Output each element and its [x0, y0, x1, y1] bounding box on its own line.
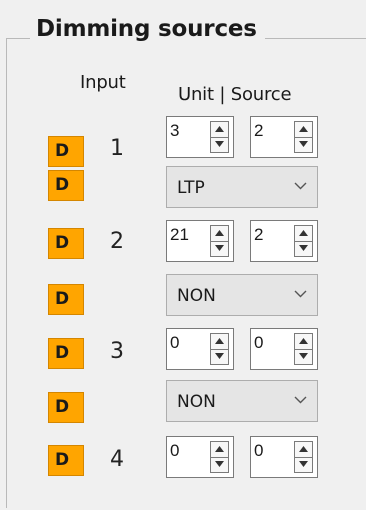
source-type-dropdown-3[interactable]: NON	[166, 380, 318, 422]
d-button-dropdown-2[interactable]: D	[48, 284, 84, 315]
unit-spinner-4[interactable]: 0	[166, 436, 234, 478]
triangle-up-icon[interactable]	[211, 122, 228, 138]
dropdown-value-3: NON	[177, 392, 216, 412]
d-button-dropdown-3[interactable]: D	[48, 392, 84, 423]
triangle-up-icon[interactable]	[295, 334, 312, 350]
source-value-3[interactable]: 0	[254, 333, 263, 353]
spinner-buttons	[294, 441, 313, 473]
triangle-up-icon[interactable]	[211, 442, 228, 458]
unit-value-2[interactable]: 21	[170, 225, 189, 245]
source-spinner-4[interactable]: 0	[250, 436, 318, 478]
unit-spinner-2[interactable]: 21	[166, 220, 234, 262]
dropdown-value-2: NON	[177, 286, 216, 306]
unit-spinner-3[interactable]: 0	[166, 328, 234, 370]
spinner-buttons	[210, 333, 229, 365]
input-number-2: 2	[110, 229, 124, 254]
spinner-buttons	[294, 333, 313, 365]
d-button-input-3[interactable]: D	[48, 338, 84, 369]
triangle-down-icon[interactable]	[211, 349, 228, 364]
input-number-3: 3	[110, 339, 124, 364]
triangle-up-icon[interactable]	[211, 226, 228, 242]
source-type-dropdown-2[interactable]: NON	[166, 274, 318, 316]
source-value-2[interactable]: 2	[254, 225, 263, 245]
spinner-buttons	[210, 441, 229, 473]
triangle-down-icon[interactable]	[211, 137, 228, 152]
spinner-buttons	[294, 121, 313, 153]
unit-value-3[interactable]: 0	[170, 333, 179, 353]
spinner-buttons	[294, 225, 313, 257]
triangle-up-icon[interactable]	[295, 122, 312, 138]
triangle-down-icon[interactable]	[295, 241, 312, 256]
source-spinner-3[interactable]: 0	[250, 328, 318, 370]
unit-source-column-header: Unit | Source	[178, 84, 292, 105]
triangle-down-icon[interactable]	[211, 457, 228, 472]
group-title: Dimming sources	[30, 14, 265, 44]
source-spinner-2[interactable]: 2	[250, 220, 318, 262]
triangle-up-icon[interactable]	[295, 442, 312, 458]
unit-value-1[interactable]: 3	[170, 121, 179, 141]
triangle-up-icon[interactable]	[295, 226, 312, 242]
spinner-buttons	[210, 225, 229, 257]
d-button-input-1[interactable]: D	[48, 136, 84, 167]
triangle-down-icon[interactable]	[295, 137, 312, 152]
unit-value-4[interactable]: 0	[170, 441, 179, 461]
chevron-down-icon	[294, 396, 307, 404]
input-number-1: 1	[110, 136, 124, 161]
unit-spinner-1[interactable]: 3	[166, 116, 234, 158]
triangle-up-icon[interactable]	[211, 334, 228, 350]
dimming-sources-panel: Dimming sources Input Unit | Source D 1 …	[0, 0, 366, 510]
triangle-down-icon[interactable]	[295, 349, 312, 364]
triangle-down-icon[interactable]	[295, 457, 312, 472]
d-button-dropdown-1[interactable]: D	[48, 170, 84, 201]
chevron-down-icon	[294, 290, 307, 298]
chevron-down-icon	[294, 182, 307, 190]
source-value-4[interactable]: 0	[254, 441, 263, 461]
d-button-input-2[interactable]: D	[48, 228, 84, 259]
source-type-dropdown-1[interactable]: LTP	[166, 166, 318, 208]
source-value-1[interactable]: 2	[254, 121, 263, 141]
spinner-buttons	[210, 121, 229, 153]
triangle-down-icon[interactable]	[211, 241, 228, 256]
d-button-input-4[interactable]: D	[48, 445, 84, 476]
input-number-4: 4	[110, 447, 124, 472]
source-spinner-1[interactable]: 2	[250, 116, 318, 158]
input-column-header: Input	[80, 72, 126, 93]
dropdown-value-1: LTP	[177, 178, 205, 198]
